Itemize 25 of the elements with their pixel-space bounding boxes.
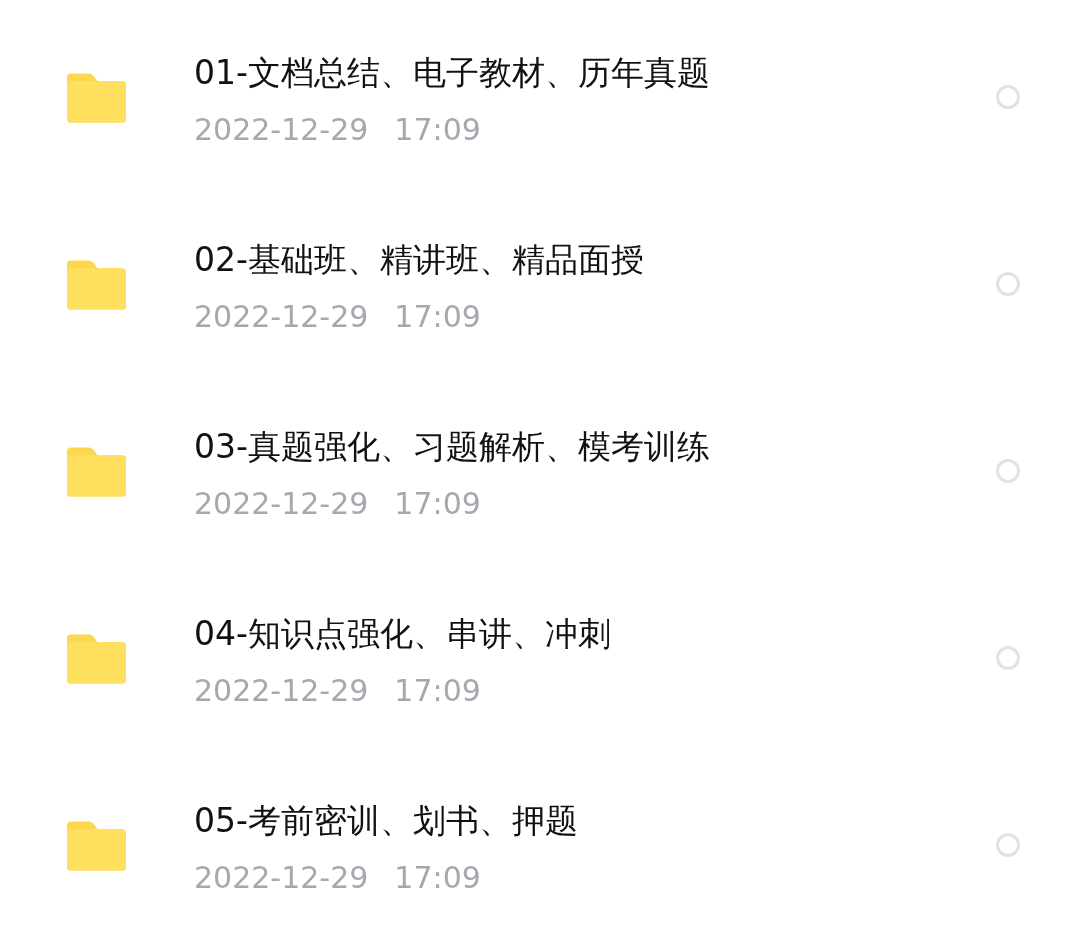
folder-name[interactable]: 03-真题强化、习题解析、模考训练 [194,424,996,470]
select-checkbox[interactable] [996,459,1020,483]
modified-time: 17:09 [394,672,481,710]
select-checkbox[interactable] [996,85,1020,109]
folder-icon [67,73,126,123]
folder-name[interactable]: 01-文档总结、电子教材、历年真题 [194,50,996,96]
modified-date: 2022-12-29 [194,672,369,710]
folder-name[interactable]: 02-基础班、精讲班、精品面授 [194,237,996,283]
modified-time: 17:09 [394,298,481,336]
folder-icon [67,634,126,684]
folder-name[interactable]: 05-考前密训、划书、押题 [194,798,996,844]
select-checkbox[interactable] [996,646,1020,670]
select-checkbox[interactable] [996,833,1020,857]
folder-icon [67,447,126,497]
folder-icon [67,821,126,871]
modified-time: 17:09 [394,111,481,149]
modified-date: 2022-12-29 [194,111,369,149]
modified-date: 2022-12-29 [194,859,369,897]
folder-name[interactable]: 04-知识点强化、串讲、冲刺 [194,611,996,657]
select-checkbox[interactable] [996,272,1020,296]
modified-time: 17:09 [394,859,481,897]
modified-date: 2022-12-29 [194,485,369,523]
folder-icon [67,260,126,310]
modified-date: 2022-12-29 [194,298,369,336]
modified-time: 17:09 [394,485,481,523]
